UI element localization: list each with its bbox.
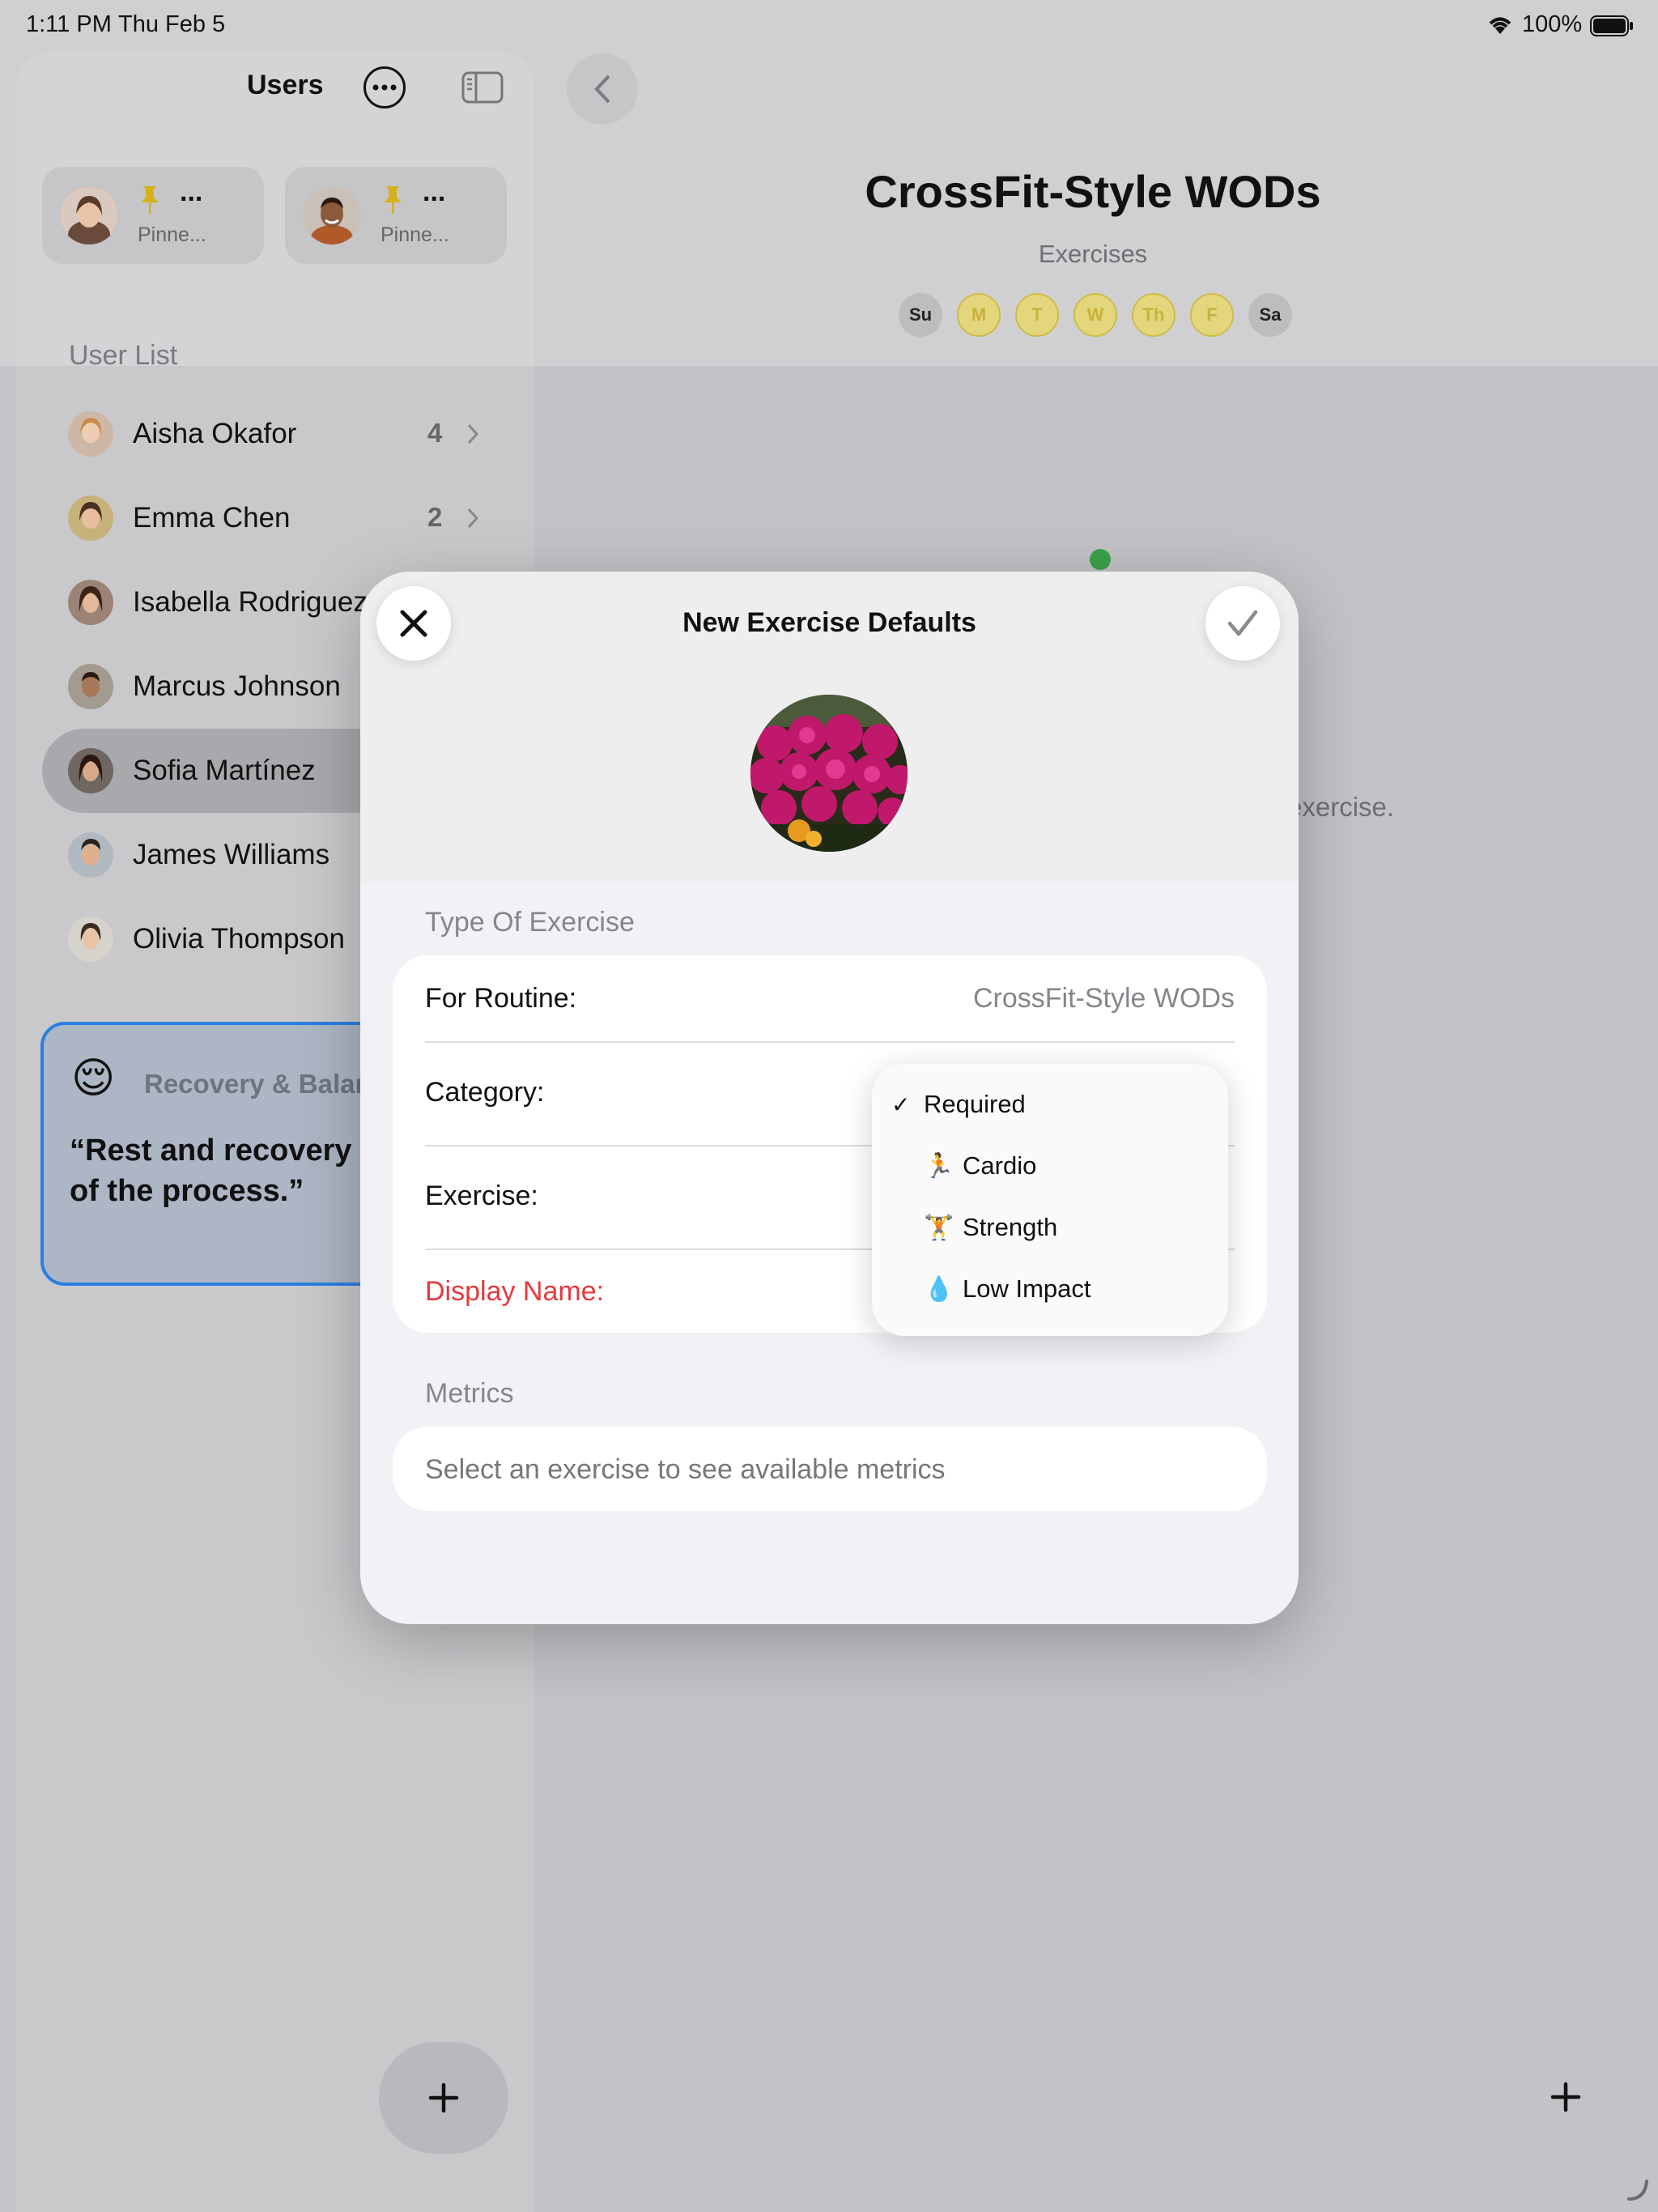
droplet-icon: 💧 bbox=[924, 1275, 954, 1303]
new-exercise-defaults-sheet: New Exercise Defaults Type Of Exercise F… bbox=[360, 572, 1299, 1624]
status-dot bbox=[1090, 549, 1111, 570]
user-name: James Williams bbox=[133, 839, 330, 870]
day-tuesday[interactable]: T bbox=[1015, 293, 1059, 337]
quote-line-2: of the process.” bbox=[70, 1174, 304, 1208]
day-wednesday[interactable]: W bbox=[1073, 293, 1117, 337]
wifi-icon bbox=[1486, 15, 1514, 40]
pinned-user-label: Pinne... bbox=[138, 223, 206, 246]
resize-handle-icon bbox=[1626, 2178, 1650, 2206]
status-time: 1:11 PM bbox=[26, 11, 112, 37]
sidebar-title: Users bbox=[247, 70, 324, 100]
category-label[interactable]: Category: bbox=[425, 1077, 544, 1108]
user-name: Sofia Martínez bbox=[133, 755, 316, 786]
day-saturday[interactable]: Sa bbox=[1248, 293, 1292, 337]
menu-item-label: Low Impact bbox=[963, 1274, 1091, 1303]
avatar bbox=[68, 496, 113, 541]
display-name-label[interactable]: Display Name: bbox=[425, 1276, 604, 1308]
menu-item-low-impact[interactable]: 💧 Low Impact bbox=[924, 1274, 1091, 1304]
user-name: Marcus Johnson bbox=[133, 670, 341, 702]
user-count-badge: 4 bbox=[427, 418, 443, 448]
day-selector: Su M T W Th F Sa bbox=[899, 293, 1292, 337]
empty-state-text: exercise. bbox=[1287, 792, 1395, 822]
routine-label: For Routine: bbox=[425, 983, 577, 1014]
day-friday[interactable]: F bbox=[1190, 293, 1234, 337]
menu-item-label: Required bbox=[924, 1090, 1026, 1118]
avatar bbox=[68, 411, 113, 457]
quote-line-1: “Rest and recovery a bbox=[70, 1134, 378, 1168]
pinned-user-name: ... bbox=[180, 177, 203, 207]
chevron-right-icon bbox=[466, 507, 479, 534]
menu-item-strength[interactable]: 🏋️ Strength bbox=[924, 1213, 1057, 1242]
user-name: Isabella Rodriguez bbox=[133, 586, 368, 618]
running-icon: 🏃 bbox=[924, 1152, 954, 1180]
pin-icon bbox=[382, 185, 403, 219]
user-name: Olivia Thompson bbox=[133, 923, 345, 955]
exercise-image[interactable] bbox=[750, 695, 908, 852]
user-count-badge: 2 bbox=[427, 502, 443, 532]
chevron-right-icon bbox=[466, 423, 479, 449]
menu-item-cardio[interactable]: 🏃 Cardio bbox=[924, 1151, 1036, 1180]
routine-title: CrossFit-Style WODs bbox=[865, 166, 1321, 217]
avatar bbox=[68, 748, 113, 793]
menu-item-label: Cardio bbox=[963, 1151, 1037, 1180]
battery-percent: 100% bbox=[1522, 11, 1583, 37]
day-thursday[interactable]: Th bbox=[1132, 293, 1175, 337]
exercise-label[interactable]: Exercise: bbox=[425, 1180, 538, 1212]
menu-item-required[interactable]: ✓ Required bbox=[891, 1090, 1026, 1119]
checkmark-icon: ✓ bbox=[891, 1091, 911, 1117]
add-user-button[interactable] bbox=[379, 2042, 508, 2154]
user-name: Aisha Okafor bbox=[133, 418, 297, 449]
user-name: Emma Chen bbox=[133, 502, 291, 534]
add-exercise-button[interactable] bbox=[1550, 2081, 1582, 2117]
relieved-face-icon: 😌 bbox=[71, 1055, 116, 1102]
more-options-icon[interactable] bbox=[363, 66, 406, 108]
user-list-heading: User List bbox=[69, 340, 178, 371]
avatar bbox=[68, 664, 113, 709]
checkmark-icon bbox=[1227, 610, 1258, 636]
routine-value: CrossFit-Style WODs bbox=[973, 983, 1235, 1014]
type-of-exercise-heading: Type Of Exercise bbox=[425, 907, 635, 938]
pinned-user-card[interactable]: ... Pinne... bbox=[285, 167, 507, 264]
day-sunday[interactable]: Su bbox=[899, 293, 942, 337]
back-button[interactable] bbox=[567, 53, 638, 125]
user-row-aisha[interactable]: Aisha Okafor 4 bbox=[42, 392, 495, 476]
pinned-user-name: ... bbox=[423, 177, 446, 207]
metrics-heading: Metrics bbox=[425, 1378, 514, 1409]
menu-item-label: Strength bbox=[963, 1213, 1058, 1241]
user-row-emma[interactable]: Emma Chen 2 bbox=[42, 476, 495, 560]
pin-icon bbox=[139, 185, 160, 219]
avatar bbox=[303, 186, 361, 245]
metrics-card: Select an exercise to see available metr… bbox=[393, 1427, 1267, 1511]
pinned-user-label: Pinne... bbox=[380, 223, 449, 246]
confirm-button[interactable] bbox=[1205, 586, 1280, 661]
weightlifting-icon: 🏋️ bbox=[924, 1214, 954, 1241]
sidebar-toggle-icon[interactable] bbox=[461, 71, 504, 108]
avatar bbox=[68, 832, 113, 878]
status-date: Thu Feb 5 bbox=[118, 11, 226, 37]
pinned-user-card[interactable]: ... Pinne... bbox=[42, 167, 264, 264]
avatar bbox=[68, 917, 113, 962]
sheet-title: New Exercise Defaults bbox=[682, 607, 976, 638]
divider bbox=[425, 1041, 1235, 1043]
category-menu: ✓ Required 🏃 Cardio 🏋️ Strength 💧 Low Im… bbox=[872, 1064, 1228, 1336]
routine-subtitle: Exercises bbox=[1038, 240, 1148, 268]
battery-icon bbox=[1590, 15, 1634, 41]
avatar bbox=[68, 580, 113, 625]
quote-card-title: Recovery & Balan bbox=[144, 1069, 372, 1099]
metrics-placeholder: Select an exercise to see available metr… bbox=[425, 1454, 946, 1485]
day-monday[interactable]: M bbox=[957, 293, 1001, 337]
avatar bbox=[60, 186, 118, 245]
